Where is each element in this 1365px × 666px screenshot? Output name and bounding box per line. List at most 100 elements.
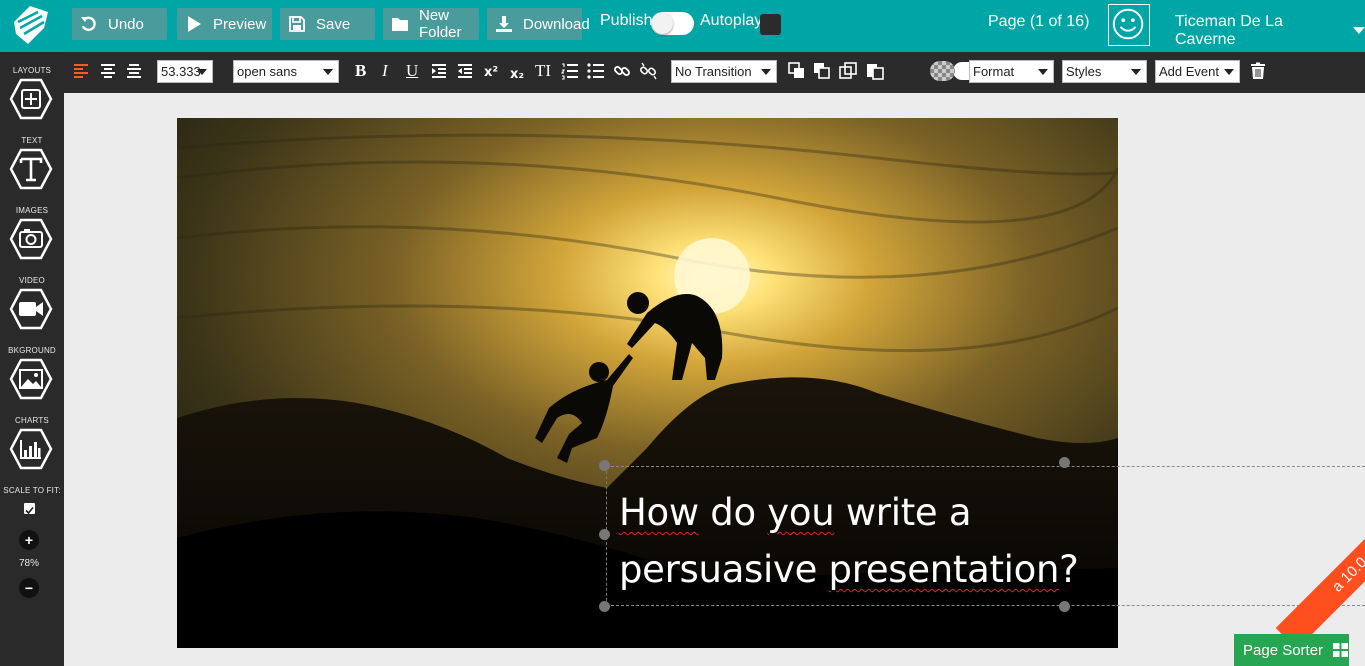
- align-justify-button[interactable]: [125, 62, 143, 80]
- unlink-icon: [639, 62, 657, 80]
- play-icon: [188, 16, 201, 32]
- delete-button[interactable]: [1249, 62, 1267, 80]
- scale-to-fit-checkbox[interactable]: [24, 503, 35, 515]
- font-family-select[interactable]: open sans: [233, 60, 339, 83]
- publish-toggle[interactable]: [651, 12, 694, 35]
- page-indicator: Page (1 of 16): [988, 13, 1090, 30]
- avatar[interactable]: [1108, 4, 1150, 46]
- italic-button[interactable]: I: [382, 61, 388, 81]
- format-select[interactable]: Format: [969, 60, 1054, 83]
- resize-handle-bottom-right[interactable]: [1059, 601, 1070, 612]
- camera-icon[interactable]: [9, 218, 53, 260]
- chevron-down-icon: [197, 69, 207, 75]
- bullet-list-button[interactable]: [587, 62, 605, 80]
- video-label: VIDEO: [19, 276, 45, 285]
- save-label: Save: [316, 15, 351, 33]
- word: How: [619, 491, 699, 534]
- autoplay-label: Autoplay:: [700, 12, 767, 29]
- align-center-icon: [101, 64, 115, 78]
- resize-handle-bottom-left[interactable]: [599, 601, 610, 612]
- preview-label: Preview: [213, 15, 267, 33]
- text-icon[interactable]: [9, 148, 53, 190]
- left-sidebar: LAYOUTS TEXT IMAGES VIDEO BKGROUND CHART…: [0, 52, 64, 666]
- transparency-swatch[interactable]: [930, 61, 955, 81]
- superscript-button[interactable]: x²: [484, 63, 498, 83]
- preview-button[interactable]: Preview: [177, 8, 272, 40]
- page-sorter-label: Page Sorter: [1243, 641, 1324, 659]
- download-icon: [496, 16, 512, 32]
- bold-button[interactable]: B: [355, 61, 366, 81]
- chevron-down-icon: [761, 69, 771, 75]
- text-height-button[interactable]: TI: [535, 61, 551, 81]
- video-camera-icon[interactable]: [9, 288, 53, 330]
- top-toolbar: Undo Preview Save New Folder Download Pu…: [0, 0, 1365, 52]
- save-button[interactable]: Save: [280, 8, 375, 40]
- styles-value: Styles: [1066, 64, 1102, 79]
- align-center-button[interactable]: [99, 62, 117, 80]
- headline-line-2: persuasive presentation?: [619, 541, 1119, 598]
- undo-button[interactable]: Undo: [72, 8, 167, 40]
- link-button[interactable]: [613, 62, 631, 80]
- duplicate-button[interactable]: [839, 62, 857, 80]
- version-ribbon: a 10.0: [1275, 500, 1365, 650]
- ordered-list-button[interactable]: [560, 62, 579, 80]
- layouts-label: LAYOUTS: [12, 66, 52, 75]
- paste-button[interactable]: [866, 62, 884, 80]
- slide-headline[interactable]: How do you write a persuasive presentati…: [619, 484, 1119, 598]
- font-size-value: 53.333: [161, 64, 201, 79]
- images-label: IMAGES: [15, 206, 49, 215]
- subscript-button[interactable]: x₂: [510, 65, 524, 85]
- outdent-button[interactable]: [456, 62, 474, 80]
- indent-button[interactable]: [430, 62, 448, 80]
- send-backward-button[interactable]: [813, 62, 831, 80]
- transition-value: No Transition: [675, 64, 752, 79]
- transition-select[interactable]: No Transition: [671, 60, 777, 83]
- toggle-knob: [652, 13, 673, 34]
- resize-handle-top-right[interactable]: [1059, 457, 1070, 468]
- trash-icon: [1251, 62, 1265, 79]
- undo-label: Undo: [108, 15, 144, 33]
- user-menu[interactable]: Ticeman De La Caverne: [1175, 13, 1365, 49]
- word: write a: [834, 491, 972, 534]
- publish-label: Publish:: [600, 12, 657, 29]
- unlink-button[interactable]: [639, 62, 657, 80]
- download-button[interactable]: Download: [487, 8, 590, 40]
- zoom-out-button[interactable]: −: [19, 578, 39, 598]
- new-folder-label: New Folder: [419, 7, 462, 41]
- add-event-select[interactable]: Add Event: [1155, 60, 1240, 83]
- download-label: Download: [523, 15, 590, 33]
- format-toolbar: 53.333 open sans B I U x² x₂ TI No Trans…: [64, 52, 1365, 93]
- smiley-icon: [1112, 8, 1144, 40]
- underline-button[interactable]: U: [406, 61, 418, 81]
- zoom-in-button[interactable]: +: [19, 530, 39, 550]
- outdent-icon: [458, 64, 472, 78]
- styles-select[interactable]: Styles: [1062, 60, 1147, 83]
- font-size-select[interactable]: 53.333: [157, 60, 213, 83]
- send-backward-icon: [814, 63, 830, 79]
- chevron-down-icon: [1131, 69, 1141, 75]
- bullet-list-icon: [587, 63, 604, 79]
- page-sorter-button[interactable]: Page Sorter: [1234, 634, 1349, 666]
- layouts-icon[interactable]: [9, 78, 53, 120]
- format-value: Format: [973, 64, 1015, 79]
- autoplay-checkbox[interactable]: [760, 14, 781, 35]
- new-folder-button[interactable]: New Folder: [383, 7, 479, 41]
- link-icon: [614, 66, 630, 76]
- chevron-down-icon: [1224, 69, 1234, 75]
- zoom-level: 78%: [18, 558, 39, 569]
- charts-label: CHARTS: [15, 416, 49, 425]
- duplicate-icon: [839, 62, 857, 79]
- bring-forward-button[interactable]: [788, 62, 806, 80]
- picture-icon[interactable]: [9, 358, 53, 400]
- undo-icon: [81, 16, 96, 32]
- resize-handle-top-left[interactable]: [599, 460, 610, 471]
- word: persuasive: [619, 548, 829, 591]
- floppy-disk-icon: [289, 16, 305, 32]
- bar-chart-icon[interactable]: [9, 428, 53, 470]
- username-label: Ticeman De La Caverne: [1175, 13, 1283, 48]
- app-logo-icon[interactable]: [8, 2, 52, 46]
- align-left-button[interactable]: [72, 62, 90, 80]
- scale-to-fit-label: SCALE TO FIT:: [3, 486, 61, 495]
- word: do: [698, 491, 768, 534]
- resize-handle-left[interactable]: [599, 529, 610, 540]
